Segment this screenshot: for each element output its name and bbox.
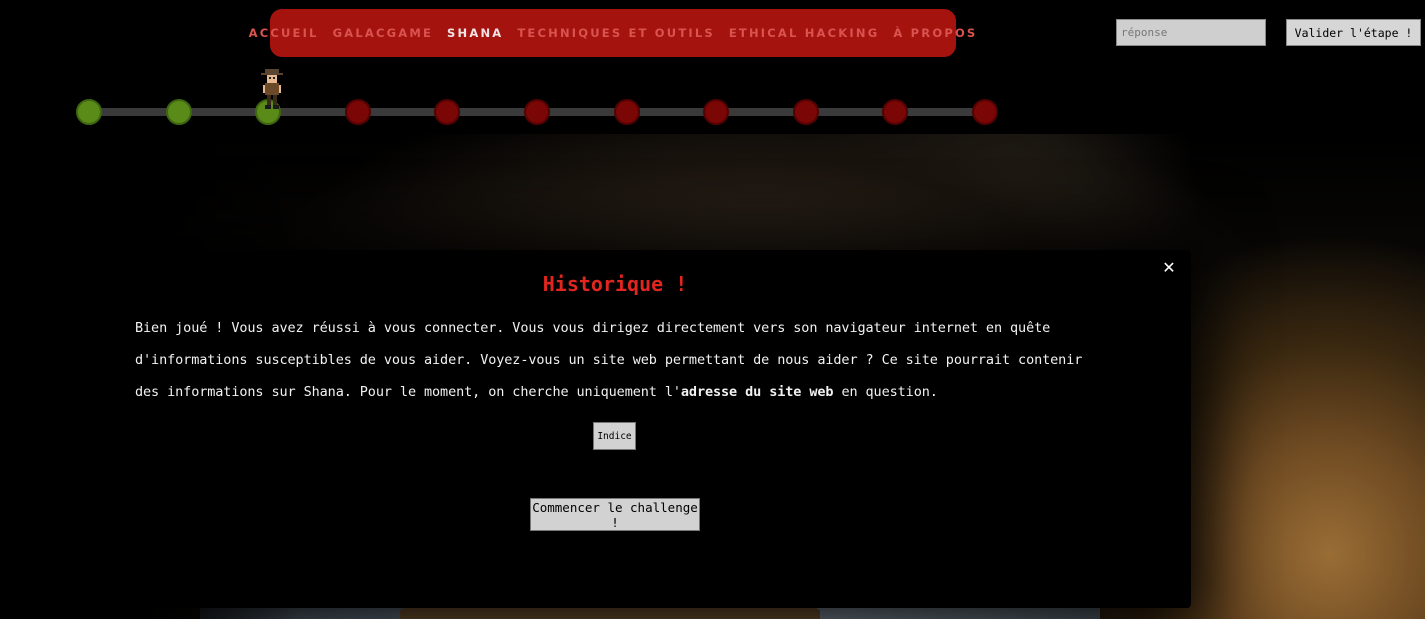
progress-step-8 xyxy=(703,99,730,125)
progress-step-1 xyxy=(76,99,102,125)
progress-step-4 xyxy=(344,99,371,125)
modal-text-intro: Bien joué ! Vous avez réussi à vous conn… xyxy=(135,320,1083,400)
progress-step-10 xyxy=(882,99,909,125)
hint-button[interactable]: Indice xyxy=(593,422,636,450)
modal-text-highlight: adresse du site web xyxy=(680,384,834,400)
progress-step-5 xyxy=(434,99,461,125)
nav-item-a-propos[interactable]: À PROPOS xyxy=(893,26,977,40)
answer-input[interactable] xyxy=(1116,19,1266,46)
nav-item-accueil[interactable]: ACCUEIL xyxy=(249,26,319,40)
progress-step-2 xyxy=(165,99,192,125)
nav-item-shana[interactable]: SHANA xyxy=(447,26,503,40)
page: ACCUEIL GALACGAME SHANA TECHNIQUES ET OU… xyxy=(0,0,1425,619)
nav-item-techniques-et-outils[interactable]: TECHNIQUES ET OUTILS xyxy=(517,26,714,40)
progress-step-9 xyxy=(792,99,819,125)
nav-item-galacgame[interactable]: GALACGAME xyxy=(333,26,433,40)
nav-item-ethical-hacking[interactable]: ETHICAL HACKING xyxy=(729,26,880,40)
modal-text: Bien joué ! Vous avez réussi à vous conn… xyxy=(135,312,1100,408)
history-modal: ✕ Historique ! Bien joué ! Vous avez réu… xyxy=(39,250,1191,608)
validate-step-button[interactable]: Valider l'étape ! xyxy=(1286,19,1421,46)
progress-step-11 xyxy=(972,99,998,125)
start-challenge-button[interactable]: Commencer le challenge ! xyxy=(530,498,700,531)
modal-title: Historique ! xyxy=(542,272,688,296)
main-navigation: ACCUEIL GALACGAME SHANA TECHNIQUES ET OU… xyxy=(249,9,975,57)
progress-step-7 xyxy=(613,99,640,125)
player-avatar-icon xyxy=(261,69,283,109)
progress-step-6 xyxy=(524,99,550,125)
modal-text-end: en question. xyxy=(833,384,938,400)
